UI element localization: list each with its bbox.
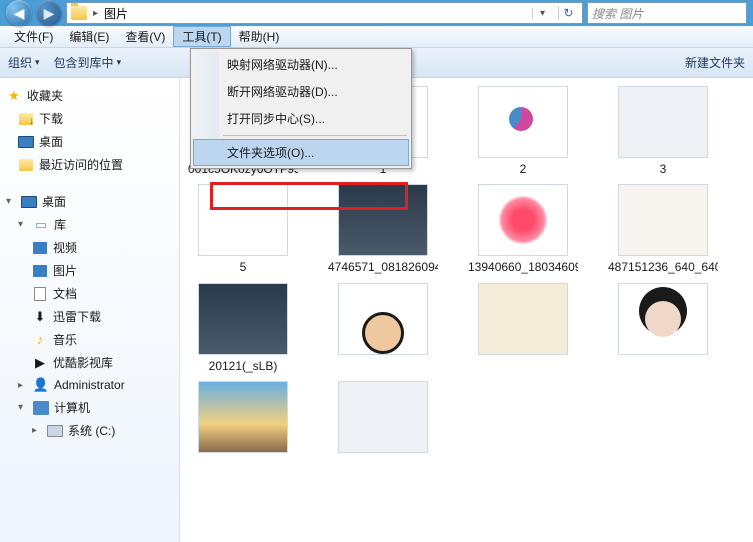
video-icon bbox=[33, 242, 47, 254]
tree-computer[interactable]: ▾计算机 bbox=[0, 396, 179, 419]
tree-desktop[interactable]: 桌面 bbox=[0, 130, 179, 153]
menu-separator bbox=[223, 135, 407, 136]
cmd-organize[interactable]: 组织▾ bbox=[8, 54, 40, 71]
desktop-icon bbox=[18, 136, 34, 148]
file-item[interactable]: 2 bbox=[468, 86, 578, 176]
menu-disconnect-drive[interactable]: 断开网络驱动器(D)... bbox=[193, 78, 409, 105]
file-item[interactable]: 487151236_640_640 bbox=[608, 184, 718, 274]
file-item[interactable]: 20121(_sLB) bbox=[188, 283, 298, 373]
menu-help[interactable]: 帮助(H) bbox=[231, 26, 288, 47]
tree-music[interactable]: ♪音乐 bbox=[0, 328, 179, 351]
nav-forward-button[interactable]: ▶ bbox=[36, 0, 62, 26]
cmd-new-folder[interactable]: 新建文件夹 bbox=[685, 54, 745, 71]
tree-pictures[interactable]: 图片 bbox=[0, 259, 179, 282]
menu-view[interactable]: 查看(V) bbox=[117, 26, 173, 47]
library-icon: ▭ bbox=[33, 217, 49, 233]
breadcrumb-location[interactable]: 图片 bbox=[104, 5, 128, 22]
tree-desktop2[interactable]: ▾桌面 bbox=[0, 190, 179, 213]
tree-documents[interactable]: 文档 bbox=[0, 282, 179, 305]
nav-back-button[interactable]: ◀ bbox=[6, 0, 32, 26]
file-item[interactable] bbox=[608, 283, 718, 373]
menu-bar: 文件(F) 编辑(E) 查看(V) 工具(T) 帮助(H) bbox=[0, 26, 753, 48]
file-item[interactable] bbox=[188, 381, 298, 457]
music-icon: ♪ bbox=[32, 332, 48, 348]
user-icon: 👤 bbox=[33, 377, 49, 393]
desktop-icon bbox=[21, 196, 37, 208]
menu-folder-options[interactable]: 文件夹选项(O)... bbox=[193, 139, 409, 166]
computer-icon bbox=[33, 401, 49, 415]
nav-tree: ★收藏夹 下载 桌面 最近访问的位置 ▾桌面 ▾▭库 视频 图片 文档 ⬇迅雷下… bbox=[0, 78, 180, 542]
menu-map-drive[interactable]: 映射网络驱动器(N)... bbox=[193, 51, 409, 78]
file-item[interactable]: 5 bbox=[188, 184, 298, 274]
menu-edit[interactable]: 编辑(E) bbox=[61, 26, 117, 47]
file-item[interactable] bbox=[328, 381, 438, 457]
document-icon bbox=[34, 287, 46, 301]
tools-dropdown: 映射网络驱动器(N)... 断开网络驱动器(D)... 打开同步中心(S)...… bbox=[190, 48, 412, 169]
tree-drive-c[interactable]: ▸系统 (C:) bbox=[0, 419, 179, 442]
picture-icon bbox=[33, 265, 47, 277]
file-item[interactable]: 4746571_081826094000_2 bbox=[328, 184, 438, 274]
recent-icon bbox=[19, 159, 33, 171]
file-item[interactable] bbox=[328, 283, 438, 373]
search-input[interactable]: 搜索 图片 bbox=[587, 2, 747, 24]
file-item[interactable] bbox=[468, 283, 578, 373]
file-item[interactable]: 13940660_180346095374_2 bbox=[468, 184, 578, 274]
star-icon: ★ bbox=[6, 88, 22, 104]
tree-videos[interactable]: 视频 bbox=[0, 236, 179, 259]
folder-icon bbox=[71, 6, 87, 20]
tree-libraries[interactable]: ▾▭库 bbox=[0, 213, 179, 236]
breadcrumb-sep: ▸ bbox=[93, 8, 98, 19]
tree-admin[interactable]: ▸👤Administrator bbox=[0, 374, 179, 396]
tree-downloads[interactable]: 下载 bbox=[0, 107, 179, 130]
tree-youku[interactable]: ▶优酷影视库 bbox=[0, 351, 179, 374]
xunlei-icon: ⬇ bbox=[32, 309, 48, 325]
menu-open-sync[interactable]: 打开同步中心(S)... bbox=[193, 105, 409, 132]
refresh-button[interactable]: ↻ bbox=[558, 6, 578, 20]
youku-icon: ▶ bbox=[32, 355, 48, 371]
tree-favorites[interactable]: ★收藏夹 bbox=[0, 84, 179, 107]
menu-file[interactable]: 文件(F) bbox=[6, 26, 61, 47]
cmd-include-library[interactable]: 包含到库中▾ bbox=[54, 54, 122, 71]
address-dropdown[interactable]: ▾ bbox=[532, 8, 552, 19]
tree-xunlei[interactable]: ⬇迅雷下载 bbox=[0, 305, 179, 328]
download-icon bbox=[19, 113, 33, 125]
menu-tools[interactable]: 工具(T) bbox=[173, 26, 230, 47]
drive-icon bbox=[47, 425, 63, 437]
file-item[interactable]: 3 bbox=[608, 86, 718, 176]
address-bar[interactable]: ▸ 图片 ▾ ↻ bbox=[66, 2, 583, 24]
tree-recent[interactable]: 最近访问的位置 bbox=[0, 153, 179, 176]
